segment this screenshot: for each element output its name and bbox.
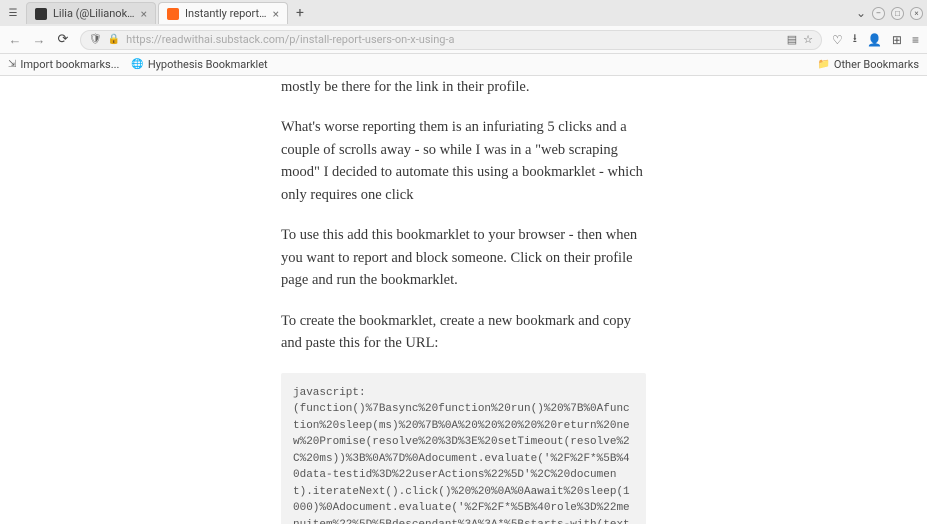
lock-icon[interactable]: 🔒 [108, 34, 120, 45]
downloads-icon[interactable]: ⭳ [853, 29, 857, 50]
bookmark-label: Hypothesis Bookmarklet [148, 58, 268, 71]
shield-icon[interactable]: 🛡 [89, 34, 102, 45]
menu-icon[interactable]: ≡ [912, 33, 919, 47]
paragraph: To create the bookmarklet, create a new … [281, 310, 646, 355]
paragraph: What's worse reporting them is an infuri… [281, 116, 646, 206]
x-favicon-icon [35, 8, 47, 20]
bookmark-label: Import bookmarks... [20, 58, 119, 71]
url-input[interactable]: 🛡 🔒 https://readwithai.substack.com/p/in… [80, 30, 822, 50]
close-window-button[interactable]: × [910, 7, 923, 20]
tab-lilia-x[interactable]: Lilia (@Lilianoko_) / X × [26, 2, 156, 24]
tab-substack-article[interactable]: Instantly report users on × [158, 2, 288, 24]
import-icon: ⇲ [8, 59, 16, 70]
bookmark-label: Other Bookmarks [834, 58, 919, 71]
paragraph: mostly be there for the link in their pr… [281, 76, 646, 98]
substack-favicon-icon [167, 8, 179, 20]
article-body: mostly be there for the link in their pr… [141, 76, 786, 524]
tab-bar: ☰ Lilia (@Lilianoko_) / X × Instantly re… [0, 0, 927, 26]
extensions-icon[interactable]: ⊞ [892, 33, 902, 47]
bookmarks-bar: ⇲ Import bookmarks... 🌐 Hypothesis Bookm… [0, 54, 927, 76]
bookmark-star-icon[interactable]: ☆ [803, 33, 813, 46]
save-pocket-icon[interactable]: ♡ [832, 33, 843, 47]
address-bar: ← → ⟳ 🛡 🔒 https://readwithai.substack.co… [0, 26, 927, 54]
browser-chrome: ☰ Lilia (@Lilianoko_) / X × Instantly re… [0, 0, 927, 76]
other-bookmarks-folder[interactable]: 📁 Other Bookmarks [817, 58, 919, 71]
tab-title: Lilia (@Lilianoko_) / X [53, 7, 135, 20]
folder-icon: 📁 [817, 59, 829, 70]
close-icon[interactable]: × [141, 7, 147, 21]
new-tab-button[interactable]: + [290, 3, 310, 23]
reader-mode-icon[interactable]: ▤ [787, 33, 797, 46]
forward-button[interactable]: → [32, 32, 46, 48]
minimize-button[interactable]: – [872, 7, 885, 20]
globe-icon: 🌐 [131, 59, 143, 70]
back-button[interactable]: ← [8, 32, 22, 48]
close-icon[interactable]: × [273, 7, 279, 21]
url-text: https://readwithai.substack.com/p/instal… [126, 33, 781, 46]
page-content[interactable]: mostly be there for the link in their pr… [0, 76, 927, 524]
code-block[interactable]: javascript: (function()%7Basync%20functi… [281, 373, 646, 524]
account-icon[interactable]: 👤 [867, 33, 882, 47]
app-menu-icon[interactable]: ☰ [4, 4, 22, 22]
maximize-button[interactable]: □ [891, 7, 904, 20]
tab-title: Instantly report users on [185, 7, 267, 20]
import-bookmarks-item[interactable]: ⇲ Import bookmarks... [8, 58, 119, 71]
tabs-dropdown-icon[interactable]: ⌄ [856, 6, 866, 20]
hypothesis-bookmarklet-item[interactable]: 🌐 Hypothesis Bookmarklet [131, 58, 267, 71]
paragraph: To use this add this bookmarklet to your… [281, 224, 646, 291]
reload-button[interactable]: ⟳ [56, 32, 70, 47]
